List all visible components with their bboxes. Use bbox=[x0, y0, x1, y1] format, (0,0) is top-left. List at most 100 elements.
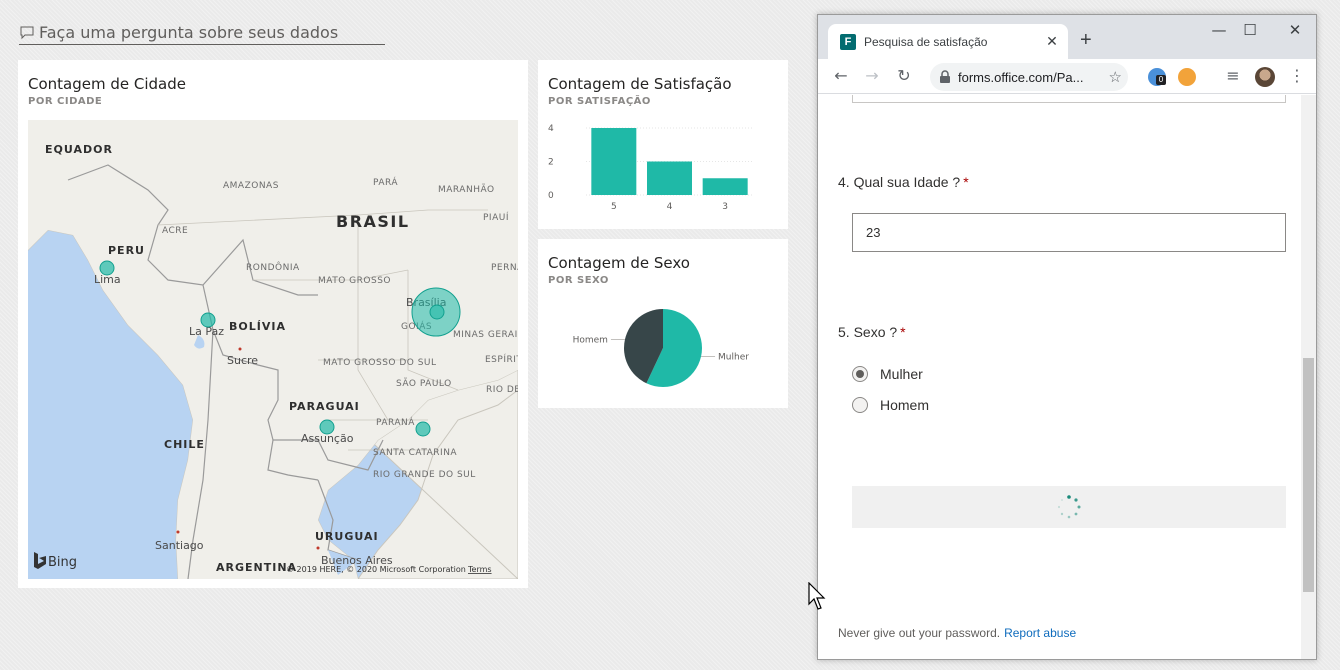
sex-tile[interactable]: Contagem de Sexo POR SEXO Mulher Homem bbox=[538, 239, 788, 408]
footer-text: Never give out your password. bbox=[838, 626, 1001, 640]
scrollbar-track[interactable] bbox=[1301, 95, 1316, 659]
satisfaction-tile[interactable]: Contagem de Satisfação POR SATISFAÇÃO 0 2… bbox=[538, 60, 788, 229]
x-tick-label: 4 bbox=[667, 202, 673, 212]
lock-icon bbox=[940, 70, 950, 83]
media-queue-icon[interactable]: ≡ bbox=[1222, 65, 1244, 87]
bar[interactable] bbox=[591, 128, 637, 195]
tile-subtitle: POR SEXO bbox=[548, 275, 609, 286]
question-5-label: 5. Sexo ? * bbox=[838, 324, 906, 340]
qna-search[interactable]: Faça uma pergunta sobre seus dados bbox=[19, 20, 385, 45]
chat-bubble-icon bbox=[20, 26, 34, 40]
map-label-country: ARGENTINA bbox=[216, 561, 297, 574]
x-tick-label: 5 bbox=[611, 202, 617, 212]
question-4-label: 4. Qual sua Idade ? * bbox=[838, 174, 969, 190]
map-label-region: AMAZONAS bbox=[223, 181, 279, 191]
extension-bowl-icon[interactable] bbox=[1178, 68, 1196, 86]
x-tick-label: 3 bbox=[722, 202, 728, 212]
map-label-country: URUGUAI bbox=[315, 530, 379, 543]
bubble-brasilia-core bbox=[429, 304, 445, 320]
y-tick-label: 0 bbox=[548, 191, 554, 201]
map-label-region: PIAUÍ bbox=[483, 211, 509, 223]
submit-button-loading[interactable] bbox=[852, 486, 1286, 528]
mouse-cursor-icon bbox=[808, 582, 826, 610]
radio-button-selected[interactable] bbox=[852, 366, 868, 382]
bubble-la-paz[interactable] bbox=[200, 312, 216, 328]
map-label-region: SANTA CATARINA bbox=[373, 448, 457, 458]
question-text: 4. Qual sua Idade ? bbox=[838, 174, 961, 190]
tile-title: Contagem de Satisfação bbox=[548, 75, 732, 93]
map-label-region: MATO GROSSO DO SUL bbox=[323, 358, 437, 368]
sex-pie-chart[interactable]: Mulher Homem bbox=[538, 294, 788, 404]
forward-arrow-icon[interactable]: → bbox=[861, 65, 883, 87]
extension-badge: 0 bbox=[1156, 75, 1166, 85]
map-label-country: BOLÍVIA bbox=[229, 320, 286, 333]
minimize-icon[interactable]: — bbox=[1204, 21, 1234, 39]
radio-option-mulher[interactable]: Mulher bbox=[852, 366, 923, 382]
browser-toolbar: ← → ↻ forms.office.com/Pa... ☆ 0 ≡ ⋮ bbox=[818, 59, 1316, 94]
maximize-icon[interactable]: ☐ bbox=[1235, 21, 1265, 39]
map-tile[interactable]: Contagem de Cidade POR CIDADE EQUADOR AM… bbox=[18, 60, 528, 588]
pie-label: Homem bbox=[573, 335, 608, 345]
map-label-region: SÃO PAULO bbox=[396, 378, 452, 389]
age-input[interactable]: 23 bbox=[852, 213, 1286, 252]
map-label-region: MINAS GERAIS bbox=[453, 330, 518, 340]
loading-spinner-icon bbox=[1057, 495, 1081, 519]
bubble-assuncao[interactable] bbox=[319, 419, 335, 435]
map-label-country: EQUADOR bbox=[45, 143, 113, 156]
scrollbar-thumb[interactable] bbox=[1303, 358, 1314, 592]
map-label-brazil: BRASIL bbox=[336, 212, 410, 231]
map-label-region: RIO GRANDE DO SUL bbox=[373, 470, 476, 480]
satisfaction-bar-chart[interactable]: 0 2 4 5 4 3 bbox=[538, 120, 788, 225]
address-bar[interactable]: forms.office.com/Pa... ☆ bbox=[930, 63, 1128, 91]
report-abuse-link[interactable]: Report abuse bbox=[1004, 626, 1076, 640]
bar[interactable] bbox=[647, 161, 692, 196]
back-arrow-icon[interactable]: ← bbox=[830, 65, 852, 87]
browser-tab[interactable]: F Pesquisa de satisfação ✕ bbox=[828, 24, 1068, 59]
bubble-parana[interactable] bbox=[415, 421, 431, 437]
forms-favicon-icon: F bbox=[840, 33, 856, 50]
map-label-region: RIO DE JANEIRO bbox=[486, 385, 518, 395]
tile-title: Contagem de Cidade bbox=[28, 75, 186, 93]
kebab-menu-icon[interactable]: ⋮ bbox=[1286, 65, 1308, 87]
required-mark: * bbox=[963, 174, 969, 190]
map-label-country: PERU bbox=[108, 244, 145, 257]
map-label-city: Santiago bbox=[155, 539, 204, 552]
map-label-region: PARANÁ bbox=[376, 416, 415, 428]
map-label-region: ACRE bbox=[162, 226, 188, 236]
map-label-region: MARANHÃO bbox=[438, 184, 495, 195]
y-tick-label: 4 bbox=[548, 124, 554, 134]
bing-logo-text: Bing bbox=[48, 555, 77, 570]
map-label-region: RONDÔNIA bbox=[246, 261, 300, 273]
map-label-country: PARAGUAI bbox=[289, 400, 360, 413]
radio-button[interactable] bbox=[852, 397, 868, 413]
url-text: forms.office.com/Pa... bbox=[958, 69, 1084, 85]
map-label-region: MATO GROSSO bbox=[318, 276, 391, 286]
window-close-icon[interactable]: ✕ bbox=[1280, 21, 1310, 39]
tile-subtitle: POR SATISFAÇÃO bbox=[548, 96, 651, 107]
bar[interactable] bbox=[702, 178, 748, 195]
map-label-region: PARÁ bbox=[373, 176, 398, 188]
map-canvas[interactable]: EQUADOR AMAZONAS PARÁ MARANHÃO BRASIL PI… bbox=[28, 120, 518, 579]
bookmark-star-icon[interactable]: ☆ bbox=[1109, 68, 1122, 86]
map-credit: © 2019 HERE, © 2020 Microsoft Corporatio… bbox=[286, 565, 466, 574]
radio-label: Homem bbox=[880, 397, 930, 413]
reload-icon[interactable]: ↻ bbox=[893, 65, 915, 87]
bubble-lima[interactable] bbox=[99, 260, 115, 276]
previous-answer-input[interactable] bbox=[852, 95, 1286, 103]
browser-titlebar[interactable]: F Pesquisa de satisfação ✕ + — ☐ ✕ bbox=[818, 15, 1316, 59]
browser-window[interactable]: F Pesquisa de satisfação ✕ + — ☐ ✕ ← → ↻… bbox=[817, 14, 1317, 660]
map-label-region: PERNAMBUCO bbox=[491, 263, 518, 273]
map-terms-link[interactable]: Terms bbox=[467, 565, 492, 574]
new-tab-icon[interactable]: + bbox=[1080, 29, 1092, 52]
page-footer: Never give out your password. Report abus… bbox=[838, 626, 1076, 640]
y-tick-label: 2 bbox=[548, 158, 554, 168]
radio-label: Mulher bbox=[880, 366, 923, 382]
form-page[interactable]: 4. Qual sua Idade ? * 23 5. Sexo ? * Mulhe… bbox=[818, 95, 1316, 659]
tab-close-icon[interactable]: ✕ bbox=[1040, 34, 1064, 50]
tile-title: Contagem de Sexo bbox=[548, 254, 690, 272]
qna-placeholder: Faça uma pergunta sobre seus dados bbox=[39, 22, 339, 42]
pie-label: Mulher bbox=[718, 353, 749, 363]
radio-option-homem[interactable]: Homem bbox=[852, 397, 929, 413]
profile-avatar[interactable] bbox=[1255, 67, 1275, 87]
tab-title: Pesquisa de satisfação bbox=[864, 34, 988, 49]
